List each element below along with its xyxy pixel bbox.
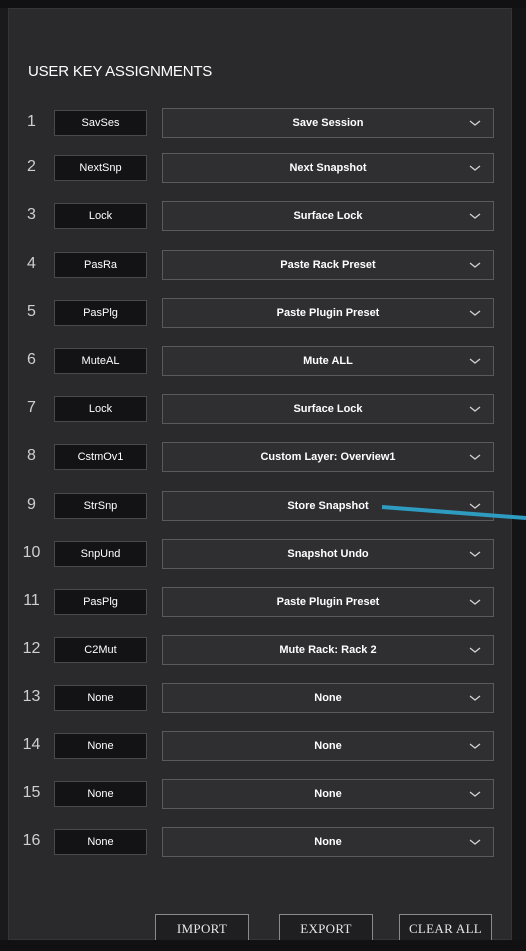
arrow-annotation: [381, 505, 526, 520]
